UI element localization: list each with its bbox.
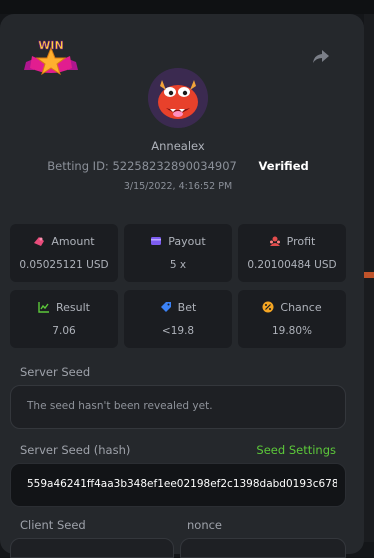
percent-icon — [262, 301, 274, 313]
nonce-field[interactable] — [180, 538, 346, 558]
background-strip — [0, 0, 374, 14]
payout-value: 5 x — [169, 259, 187, 271]
profit-value: 0.20100484 USD — [247, 259, 337, 271]
share-icon[interactable] — [309, 46, 331, 68]
result-value: 7.06 — [52, 325, 76, 337]
win-badge-text: WIN — [38, 39, 63, 52]
background-edge — [364, 14, 374, 542]
chance-card: Chance 19.80% — [238, 290, 346, 348]
betting-id-value: 52258232890034907 — [112, 159, 237, 173]
server-seed-value: The seed hasn't been revealed yet. — [27, 400, 213, 412]
dragon-avatar-icon — [148, 68, 208, 128]
chance-label: Chance — [280, 301, 322, 314]
money-icon — [34, 237, 45, 246]
wallet-icon — [151, 237, 162, 245]
username: Annealex — [151, 139, 205, 153]
server-seed-hash-field[interactable]: 559a46241ff4aa3b348ef1ee02198ef2c1398dab… — [10, 463, 346, 507]
server-seed-field: The seed hasn't been revealed yet. — [10, 385, 346, 429]
betting-id-label: Betting ID: — [47, 159, 109, 173]
client-seed-field[interactable] — [10, 538, 174, 558]
background-accent — [364, 272, 374, 278]
result-label: Result — [56, 301, 90, 314]
chart-icon — [38, 302, 49, 313]
amount-value: 0.05025121 USD — [19, 259, 109, 271]
bet-label: Bet — [177, 301, 197, 314]
tag-icon — [160, 302, 171, 312]
result-card: Result 7.06 — [10, 290, 118, 348]
avatar — [148, 68, 208, 128]
users-icon — [269, 236, 280, 246]
profit-card: Profit 0.20100484 USD — [238, 224, 346, 282]
bet-datetime: 3/15/2022, 4:16:52 PM — [123, 181, 233, 192]
payout-card: Payout 5 x — [124, 224, 232, 282]
chance-value: 19.80% — [271, 325, 313, 337]
amount-card: Amount 0.05025121 USD — [10, 224, 118, 282]
nonce-label: nonce — [187, 518, 223, 532]
seed-settings-link[interactable]: Seed Settings — [256, 443, 336, 457]
win-badge-icon: WIN — [24, 39, 78, 76]
server-seed-hash-label: Server Seed (hash) — [20, 443, 131, 457]
payout-label: Payout — [168, 235, 206, 248]
profit-label: Profit — [286, 235, 316, 248]
bet-details-modal: WIN Annealex Betting ID: 522582328900349… — [0, 14, 364, 558]
betting-id-row: Betting ID: 52258232890034907 Verified — [0, 159, 356, 173]
bet-value: <19.8 — [161, 325, 195, 337]
verified-badge: Verified — [258, 159, 309, 173]
server-seed-label: Server Seed — [20, 365, 91, 379]
bet-card: Bet <19.8 — [124, 290, 232, 348]
amount-label: Amount — [51, 235, 95, 248]
client-seed-label: Client Seed — [20, 518, 86, 532]
server-seed-hash-value: 559a46241ff4aa3b348ef1ee02198ef2c1398dab… — [27, 478, 337, 490]
